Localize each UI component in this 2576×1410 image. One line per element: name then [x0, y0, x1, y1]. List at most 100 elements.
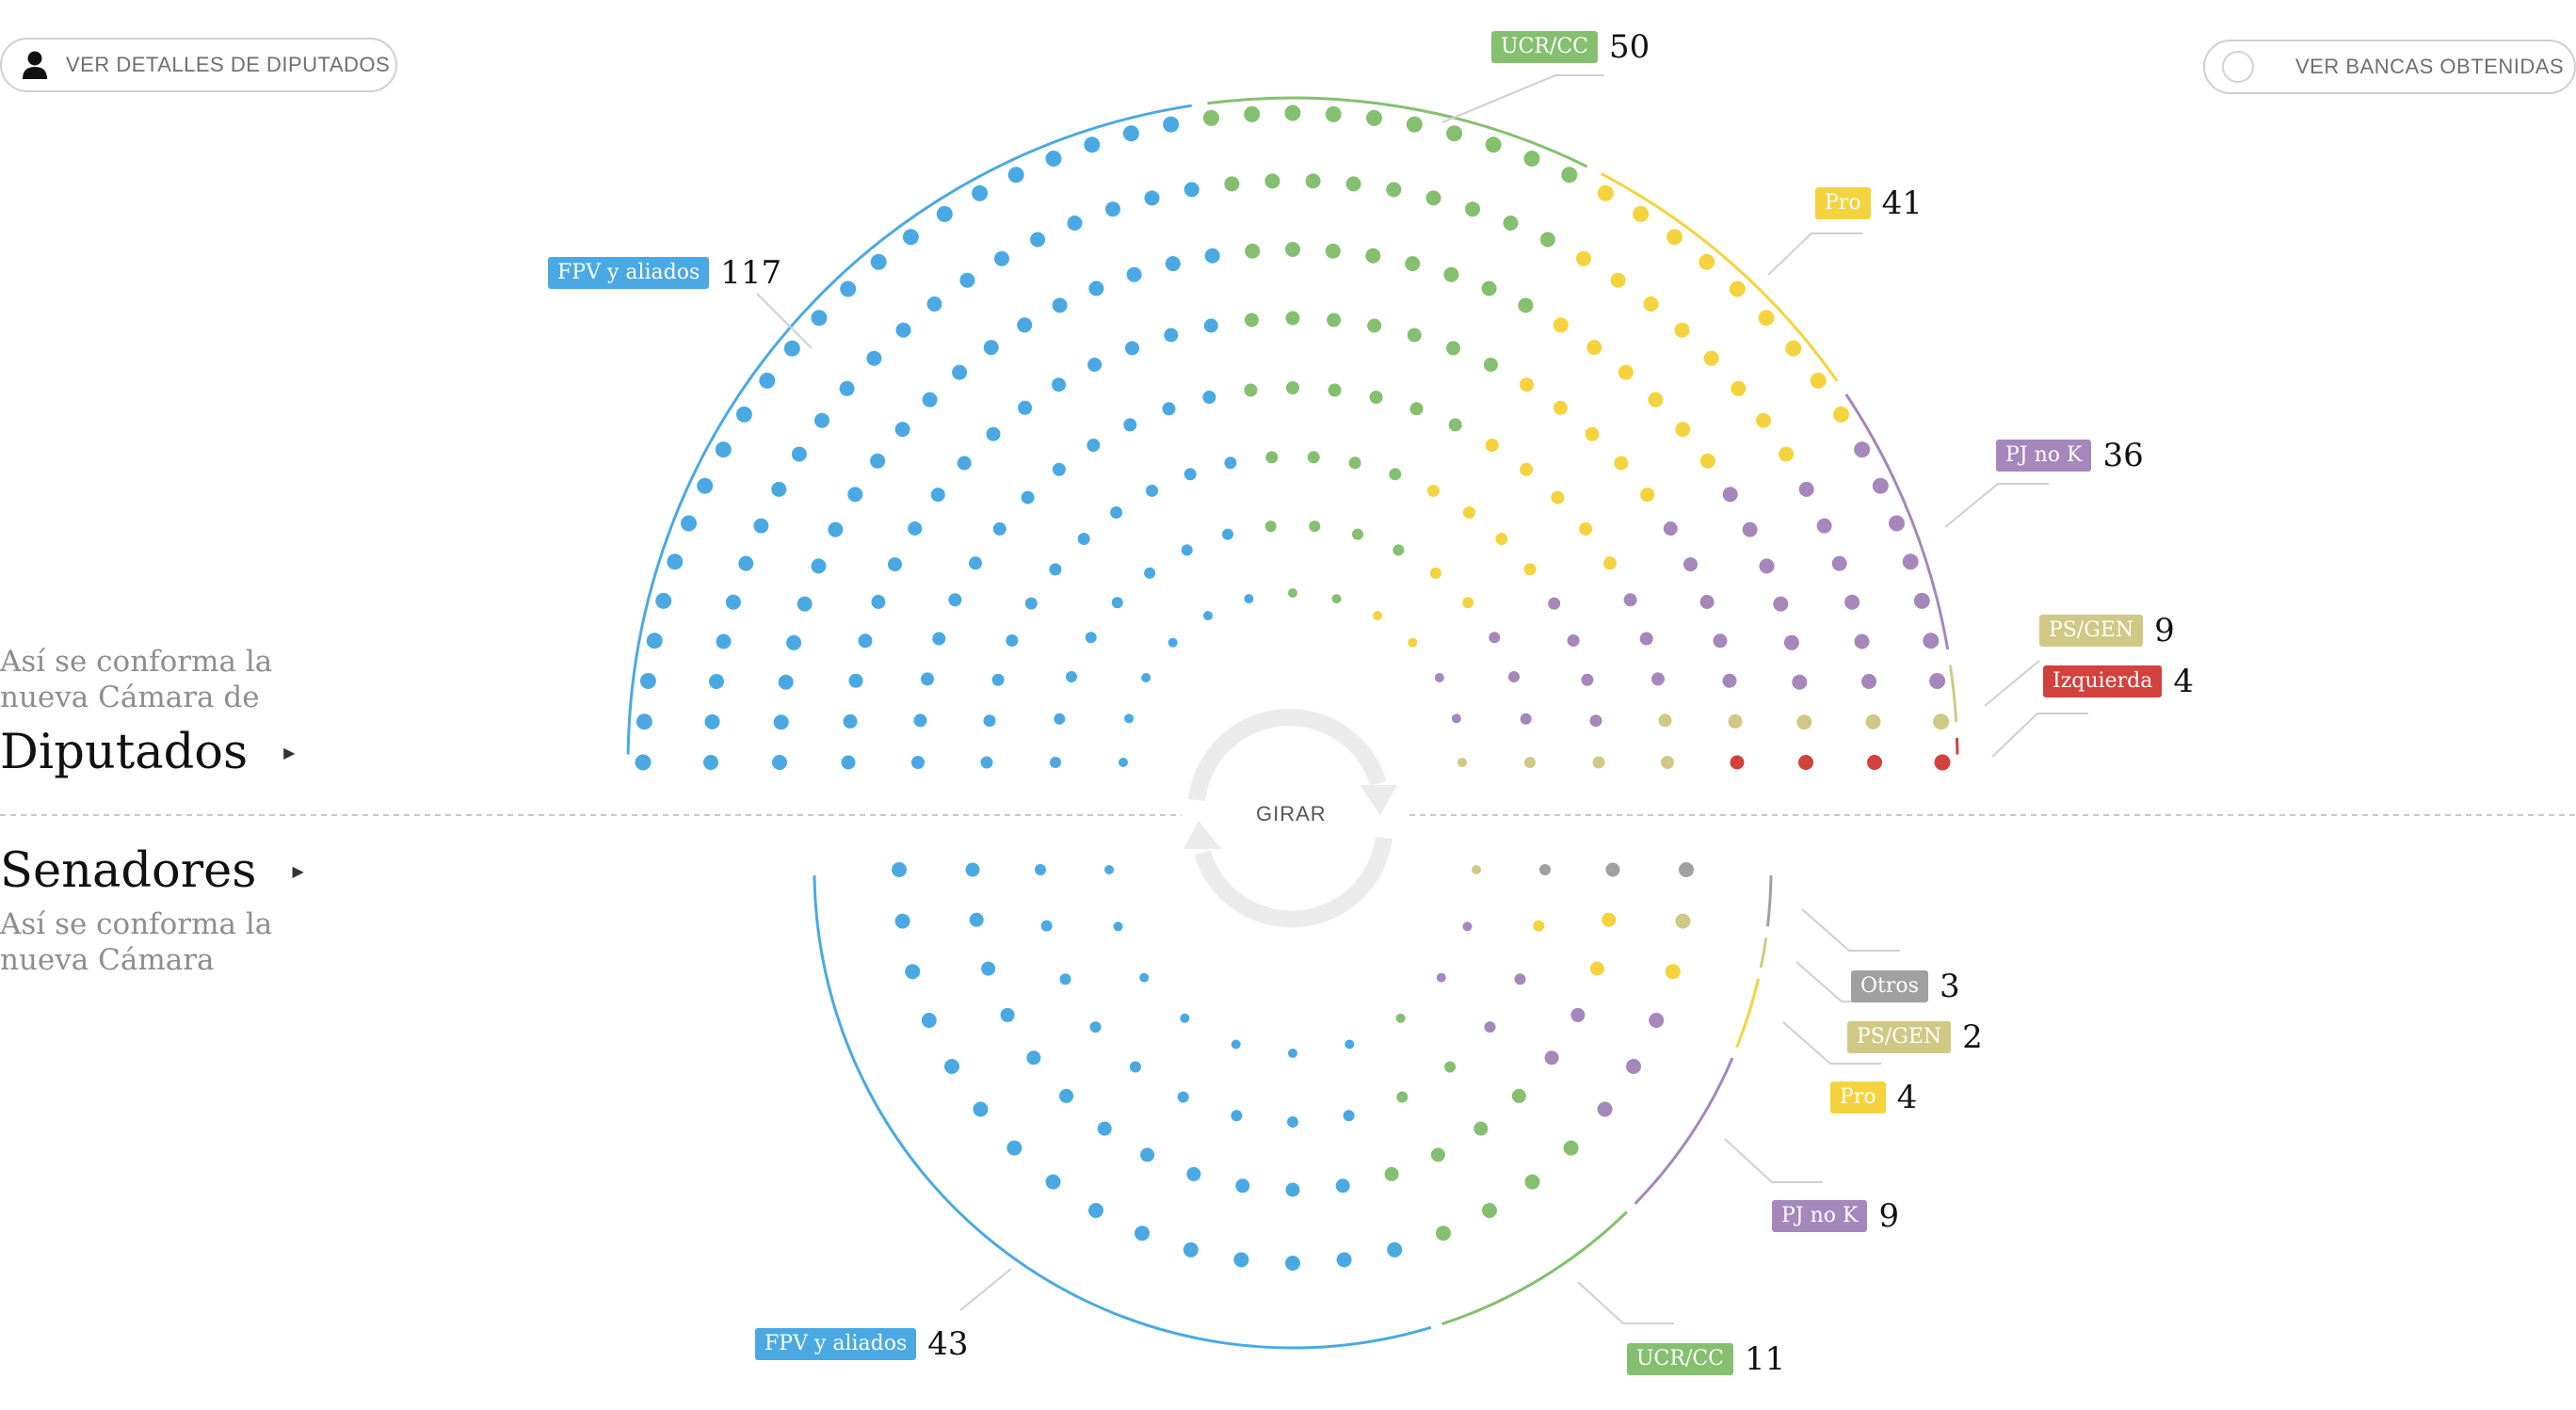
diputados-label-ucr-cc[interactable]: UCR/CC 50 — [1491, 28, 1650, 66]
seat-fpv-y-aliados — [1203, 611, 1213, 621]
seat-fpv-y-aliados — [1006, 634, 1019, 647]
party-name: PJ no K — [1996, 440, 2092, 472]
seat-fpv-y-aliados — [1125, 341, 1139, 356]
party-name: UCR/CC — [1627, 1343, 1734, 1375]
seat-fpv-y-aliados — [1113, 921, 1123, 932]
seat-pro — [1610, 272, 1626, 288]
seat-fpv-y-aliados — [1231, 1039, 1241, 1049]
senadores-label-pj-no-k[interactable]: PJ no K 9 — [1772, 1197, 1899, 1235]
senadores-label-fpv-y-aliados[interactable]: FPV y aliados 43 — [755, 1325, 969, 1363]
seat-fpv-y-aliados — [1026, 1050, 1041, 1066]
seat-fpv-y-aliados — [1335, 1178, 1350, 1194]
party-name: FPV y aliados — [755, 1328, 917, 1360]
seat-fpv-y-aliados — [980, 756, 993, 769]
seat-count: 36 — [2102, 437, 2144, 474]
seat-ucr-cc — [1265, 451, 1279, 464]
seat-fpv-y-aliados — [948, 593, 962, 607]
seat-pj-no-k — [1623, 593, 1637, 607]
seat-pro — [1643, 296, 1659, 312]
seat-pro — [1675, 422, 1691, 438]
seat-fpv-y-aliados — [1165, 256, 1181, 272]
seat-fpv-y-aliados — [1139, 972, 1150, 983]
seat-fpv-y-aliados — [791, 446, 807, 462]
seat-pro — [1586, 340, 1602, 356]
seat-fpv-y-aliados — [1344, 1039, 1355, 1049]
seat-ucr-cc — [1483, 358, 1498, 372]
party-name: Pro — [1830, 1082, 1886, 1114]
leader-line — [1577, 1281, 1674, 1324]
seat-pj-no-k — [1872, 477, 1889, 494]
seat-fpv-y-aliados — [1224, 457, 1237, 470]
leader-line — [1944, 483, 2049, 528]
seat-fpv-y-aliados — [936, 205, 953, 222]
seat-fpv-y-aliados — [786, 634, 802, 650]
seat-fpv-y-aliados — [1049, 563, 1062, 576]
view-deputies-details-button[interactable]: VER DETALLES DE DIPUTADOS — [0, 38, 397, 92]
seat-fpv-y-aliados — [703, 755, 718, 770]
diputados-heading-block: Así se conforma la nueva Cámara de Diput… — [0, 644, 295, 780]
seat-fpv-y-aliados — [1285, 1182, 1300, 1197]
seat-pro — [1640, 488, 1655, 503]
seat-fpv-y-aliados — [1167, 637, 1178, 648]
seat-fpv-y-aliados — [635, 754, 652, 771]
seat-pj-no-k — [1902, 553, 1919, 570]
seat-fpv-y-aliados — [911, 756, 925, 769]
seat-fpv-y-aliados — [1144, 567, 1156, 579]
seat-pro — [1585, 426, 1600, 441]
diputados-label-pro[interactable]: Pro 41 — [1815, 184, 1923, 222]
seat-ucr-cc — [1386, 182, 1402, 198]
seat-fpv-y-aliados — [905, 964, 921, 980]
senadores-label-otros[interactable]: Otros 3 — [1851, 968, 1960, 1005]
seat-ucr-cc — [1561, 167, 1578, 184]
seat-fpv-y-aliados — [1097, 1121, 1112, 1136]
seat-fpv-y-aliados — [1077, 533, 1090, 545]
seat-pro — [1618, 364, 1634, 380]
diputados-label-fpv-y-aliados[interactable]: FPV y aliados 117 — [548, 254, 781, 292]
seat-fpv-y-aliados — [1119, 758, 1128, 767]
senadores-label-ucr-cc[interactable]: UCR/CC 11 — [1627, 1340, 1785, 1378]
senadores-label-ps-gen[interactable]: PS/GEN 2 — [1847, 1018, 1983, 1056]
seat-fpv-y-aliados — [1018, 400, 1033, 415]
diputados-label-pj-no-k[interactable]: PJ no K 36 — [1996, 437, 2144, 474]
view-deputies-details-label: VER DETALLES DE DIPUTADOS — [66, 53, 391, 76]
seat-fpv-y-aliados — [1045, 151, 1062, 167]
seat-pro — [1833, 406, 1850, 423]
seat-fpv-y-aliados — [1066, 671, 1077, 682]
party-name: Otros — [1851, 970, 1928, 1002]
seat-pj-no-k — [1854, 633, 1870, 649]
seat-fpv-y-aliados — [1288, 1049, 1297, 1058]
seat-pj-no-k — [1434, 673, 1444, 682]
party-name: PJ no K — [1772, 1200, 1868, 1232]
seat-pro — [1614, 456, 1629, 471]
seat-fpv-y-aliados — [811, 558, 827, 574]
parliament-charts — [0, 74, 2576, 1350]
senadores-title-link[interactable]: Senadores ▶ — [0, 843, 304, 899]
seat-ps-gen — [1796, 714, 1812, 730]
diputados-label-izquierda[interactable]: Izquierda 4 — [2043, 663, 2194, 700]
seat-pro — [1756, 412, 1771, 428]
diputados-title-link[interactable]: Diputados ▶ — [0, 725, 295, 780]
arc-ps-gen — [1759, 937, 1768, 969]
seat-fpv-y-aliados — [704, 713, 720, 729]
view-seats-obtained-toggle[interactable]: VER BANCAS OBTENIDAS — [2203, 40, 2576, 94]
diputados-label-ps-gen[interactable]: PS/GEN 9 — [2039, 612, 2175, 649]
seat-pro — [1520, 377, 1534, 393]
seat-ucr-cc — [1264, 173, 1280, 189]
view-seats-obtained-label: VER BANCAS OBTENIDAS — [2295, 55, 2565, 78]
seat-fpv-y-aliados — [1231, 1110, 1243, 1122]
seat-fpv-y-aliados — [913, 713, 927, 728]
seat-pro — [1602, 912, 1617, 927]
seat-fpv-y-aliados — [709, 674, 724, 689]
seat-fpv-y-aliados — [843, 713, 858, 729]
arc-fpv-y-aliados — [813, 875, 1432, 1350]
seat-count: 11 — [1745, 1340, 1786, 1378]
seat-fpv-y-aliados — [894, 913, 910, 929]
senadores-label-pro[interactable]: Pro 4 — [1830, 1079, 1917, 1116]
rotate-label[interactable]: GIRAR — [1256, 802, 1327, 826]
seat-pro — [1665, 964, 1681, 980]
seat-fpv-y-aliados — [1140, 1147, 1155, 1162]
seat-otros — [1539, 864, 1551, 875]
seat-ucr-cc — [1224, 176, 1240, 192]
seat-pro — [1429, 567, 1441, 579]
seat-fpv-y-aliados — [725, 594, 741, 610]
